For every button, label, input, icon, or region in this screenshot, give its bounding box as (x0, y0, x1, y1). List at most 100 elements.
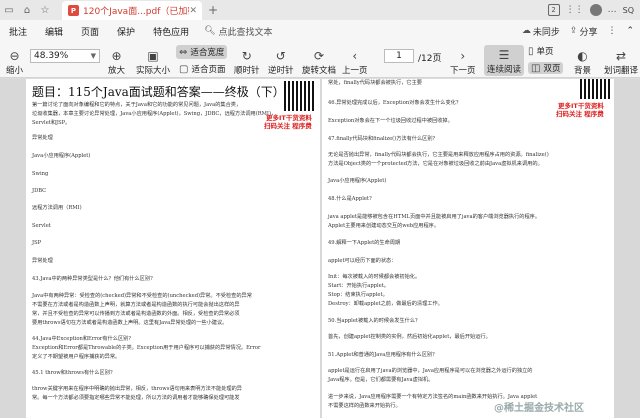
text-line: Swing (32, 171, 49, 177)
find-text-button[interactable]: 🔍︎ 点此查找文本 (198, 25, 272, 38)
menu-bar: 批注 编辑 页面 保护 特色应用 🔍︎ 点此查找文本 ☁ 未同步 ⇪ 分享 ⋮ … (0, 20, 640, 42)
monitor-icon[interactable]: ▭ (0, 0, 18, 20)
promo-line-2: 扫码关注 程序费 (556, 110, 604, 118)
collapse-icon[interactable]: ⌃ (626, 26, 634, 36)
menu-bar-right: ☁ 未同步 ⇪ 分享 ⋮ ⌃ (522, 20, 634, 42)
text-line: Servlet和JSP。 (32, 120, 71, 126)
ellipsis-icon[interactable]: … (608, 5, 617, 15)
fit-page-label: 适合页面 (191, 65, 226, 75)
text-line: Start：开始执行applet。 (328, 283, 389, 289)
chevron-left-icon: ‹ (352, 49, 358, 63)
menu-protect[interactable]: 保护 (108, 25, 144, 38)
unsync-button[interactable]: ☁ 未同步 (522, 25, 560, 38)
pdf-file-icon: P (68, 5, 79, 16)
search-icon: 🔍︎ (204, 26, 216, 36)
next-page-label: 下一页 (450, 66, 476, 76)
chevron-down-icon: ▼ (90, 52, 96, 60)
text-line: Servlet (32, 223, 51, 229)
rotate-counterclockwise-button[interactable]: ↺ 逆时针 (268, 48, 294, 76)
text-line: 垃圾收集器，本章主要讨论异常处理，Java小应用程序(Applet)，Swing… (32, 111, 277, 117)
more-menu-icon[interactable]: ⋮ (607, 26, 616, 36)
rotate-document-icon: ⟳ (313, 49, 325, 63)
pdf-reader-window: ▭ ⌂ ☆ P 120个Java面...pdf（已加密） ✕ + 2 ⋮⋮ … … (0, 0, 640, 418)
text-line: 第一篇讨论了面向对象编程和它的特点，关于Java和它的功能的常见问题，Java的… (32, 102, 242, 108)
text-line: 远程方法调用（RMI) (32, 205, 82, 211)
text-line: 要用throws语句在方法或者是构造函数上声明。这里有Java异常处理的一些小建… (32, 320, 228, 326)
single-page-label: 单页 (536, 47, 554, 57)
zoom-in-label: 放大 (108, 66, 126, 76)
zoom-value: 48.39% (34, 51, 69, 61)
site-watermark: @稀土掘金技术社区 (494, 403, 584, 414)
text-line: 不需要这样的函数来开始执行。 (328, 403, 401, 409)
star-icon[interactable]: ☆ (36, 0, 54, 20)
share-icon: ⇪ (569, 26, 578, 36)
actual-size-icon: ▣ (147, 49, 159, 63)
text-line: Java小应用程序(Applet) (32, 153, 91, 159)
menu-features[interactable]: 特色应用 (144, 25, 198, 38)
scrollbar-track[interactable] (616, 79, 640, 418)
qr-code-image (284, 81, 314, 111)
promo-line-2: 扫码关注 程序费 (264, 122, 312, 130)
previous-page-button[interactable]: ‹ 上一页 (342, 48, 368, 76)
find-text-label: 点此查找文本 (218, 27, 273, 38)
share-button[interactable]: ⇪ 分享 (570, 25, 598, 38)
page-number-input[interactable]: 1 (384, 49, 414, 63)
single-page-icon: ▯ (528, 45, 534, 57)
rotate-clockwise-button[interactable]: ↻ 顺时针 (234, 48, 260, 76)
palette-icon: ◐ (577, 49, 588, 63)
tab-count-badge[interactable]: 2 (547, 4, 560, 16)
rotate-clockwise-label: 顺时针 (234, 66, 260, 76)
next-page-button[interactable]: › 下一页 (450, 48, 476, 76)
menu-edit[interactable]: 编辑 (36, 25, 72, 38)
menu-page[interactable]: 页面 (72, 25, 108, 38)
fit-page-button[interactable]: ▢ 适合页面 (176, 62, 228, 76)
continuous-reading-button[interactable]: ☰ 连续阅读 (484, 45, 525, 76)
translate-button[interactable]: ⇄ 划词翻译 (604, 48, 638, 76)
zoom-in-button[interactable]: ⊕ 放大 (108, 48, 125, 76)
close-tab-icon[interactable]: ✕ (189, 6, 197, 16)
document-tab[interactable]: P 120个Java面...pdf（已加密） ✕ (62, 1, 202, 20)
grid-icon[interactable]: ⋮⋮ (566, 5, 584, 15)
document-tab-title: 120个Java面...pdf（已加密） (83, 7, 189, 17)
page-total: /12页 (418, 54, 442, 64)
rotate-document-label: 旋转文档 (302, 66, 337, 76)
text-line: Exception和Error都是Throwable的子类。Exception用… (32, 345, 261, 351)
text-line: 异常处理 (32, 135, 53, 141)
text-line: Destroy：卸载applet之前，做最后的清理工作。 (328, 301, 443, 307)
fit-page-icon: ▢ (179, 63, 189, 75)
text-line: 常处，finally代码块都会被执行，它主要 (328, 80, 422, 86)
background-button[interactable]: ◐ 背景 (574, 48, 591, 76)
text-line: 45.1 throw和throws有什么区别? (32, 370, 113, 376)
new-tab-icon[interactable]: + (208, 3, 218, 17)
text-line: 常，并且不受检查的异常可以传播到方法或者是构造函数的外面。相反，受检查的异常必须 (32, 311, 240, 317)
avatar[interactable] (589, 4, 602, 16)
text-line: Java程序。但是，它们都需要有Java虚拟机。 (328, 377, 434, 383)
actual-size-button[interactable]: ▣ 实际大小 (136, 48, 170, 76)
text-line: 50.当applet被载入的时候会发生什么？ (328, 318, 421, 324)
background-label: 背景 (574, 66, 592, 76)
translate-label: 划词翻译 (604, 66, 639, 76)
fit-width-label: 适合宽度 (190, 48, 225, 58)
single-page-button[interactable]: ▯ 单页 (528, 45, 554, 58)
fit-width-button[interactable]: ⇔ 适合宽度 (176, 45, 228, 59)
text-line: java applet是能够被包含在HTML页面中并且能被启用了java的客户端… (328, 214, 541, 220)
text-line: Stop：结束执行applet。 (328, 292, 388, 298)
zoom-out-button[interactable]: ⊖ 缩小 (6, 48, 23, 76)
text-line: Init：每次被载入的时候都会被初始化。 (328, 274, 421, 280)
actual-size-label: 实际大小 (136, 66, 171, 76)
user-name[interactable]: SQ (623, 6, 634, 15)
text-line: 方法是Object类的一个protected方法，它是在对象被垃圾回收之前由Ja… (328, 161, 543, 167)
text-line: 常。每一个方法都必须要指定哪些异常不能处理，所以方法的调用者才能够确保处理可能发 (32, 395, 240, 401)
text-line: 首先，创建applet控制类的实例，然后初始化applet，最后开始运行。 (328, 334, 491, 340)
rotate-counterclockwise-label: 逆时针 (268, 66, 294, 76)
menu-annotate[interactable]: 批注 (0, 25, 36, 38)
text-line: 51.Applet和普通的Java应用程序有什么区别？ (328, 352, 438, 358)
home-icon[interactable]: ⌂ (18, 0, 36, 20)
text-line: 47.finally代码块和finalize()方法有什么区别？ (328, 136, 438, 142)
share-label: 分享 (579, 27, 598, 38)
text-line: throw关键字用来在程序中明确的抛出异常，相反，throws语句用来表明方法不… (32, 386, 242, 392)
zoom-select[interactable]: 48.39% ▼ (30, 49, 100, 63)
double-page-button[interactable]: ◫ 双页 (528, 62, 564, 74)
rotate-document-button[interactable]: ⟳ 旋转文档 (302, 48, 336, 76)
document-viewport[interactable]: 题目：115个Java面试题和答案——终极（下） 更多IT干货资料 扫码关注 程… (0, 79, 640, 418)
